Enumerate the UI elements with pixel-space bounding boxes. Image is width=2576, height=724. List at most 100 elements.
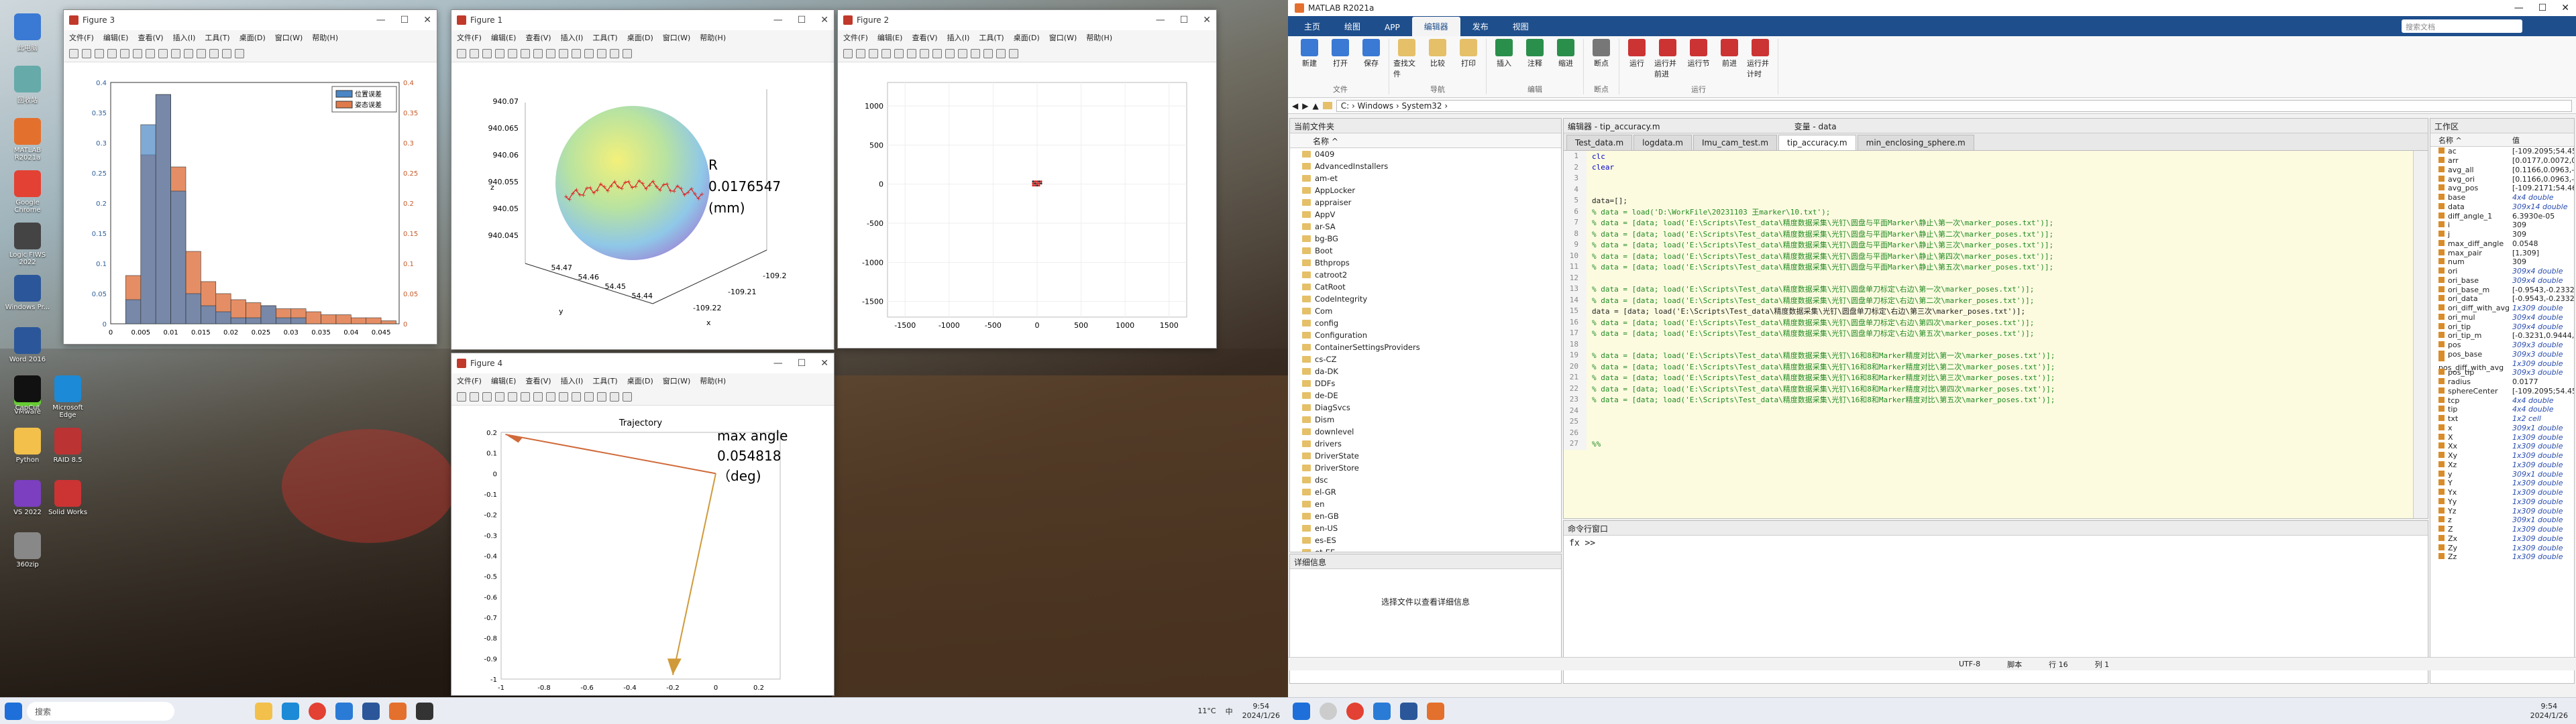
- folder-item[interactable]: cs-CZ: [1290, 353, 1561, 365]
- close-icon[interactable]: ✕: [423, 15, 431, 25]
- ribbon-button[interactable]: 打开: [1327, 39, 1354, 68]
- workspace-row[interactable]: ori_base_m[-0.9543,-0.2332,0.1...: [2430, 285, 2574, 294]
- variable-title[interactable]: 变量 - data: [1794, 121, 1837, 131]
- folder-item[interactable]: en-GB: [1290, 510, 1561, 522]
- menu-item[interactable]: 工具(T): [979, 32, 1004, 43]
- zoom-out-icon[interactable]: [533, 391, 543, 402]
- menu-item[interactable]: 工具(T): [592, 32, 617, 43]
- workspace-row[interactable]: data 309x14 double: [2430, 202, 2574, 212]
- print-icon[interactable]: [495, 391, 504, 402]
- brush-icon[interactable]: [197, 48, 206, 58]
- ws-col-name[interactable]: 名称 ^: [2430, 135, 2512, 145]
- legend-icon[interactable]: [983, 48, 993, 58]
- rotate-icon[interactable]: [559, 48, 568, 58]
- ribbon-tab-1[interactable]: 绘图: [1332, 17, 1373, 36]
- folder-item[interactable]: el-GR: [1290, 486, 1561, 498]
- folder-item[interactable]: config: [1290, 317, 1561, 329]
- workspace-row[interactable]: y 309x1 double: [2430, 469, 2574, 479]
- desktop-icon[interactable]: 360zip: [4, 532, 51, 568]
- workspace-row[interactable]: z 309x1 double: [2430, 516, 2574, 525]
- back-icon[interactable]: ◀: [1292, 101, 1298, 111]
- folder-item[interactable]: Configuration: [1290, 329, 1561, 341]
- rotate-icon[interactable]: [171, 48, 180, 58]
- new-icon[interactable]: [457, 391, 466, 402]
- ribbon-tab-5[interactable]: 视图: [1501, 17, 1541, 36]
- brush-icon[interactable]: [971, 48, 980, 58]
- workspace-row[interactable]: ori_base 309x4 double: [2430, 276, 2574, 286]
- matlab-taskbar-icon[interactable]: [1427, 702, 1444, 720]
- vscode-icon[interactable]: [335, 702, 353, 720]
- folder-item[interactable]: DriverState: [1290, 450, 1561, 462]
- folder-item[interactable]: DDFs: [1290, 377, 1561, 389]
- zoom-in-icon[interactable]: [521, 48, 530, 58]
- menu-item[interactable]: 查看(V): [525, 32, 551, 43]
- desktop-icon[interactable]: 此电脑: [4, 13, 51, 52]
- menu-item[interactable]: 文件(F): [457, 375, 482, 386]
- weather-text[interactable]: 11°C: [1197, 707, 1216, 715]
- folder-item[interactable]: Dism: [1290, 414, 1561, 426]
- ribbon-tab-4[interactable]: 发布: [1460, 17, 1501, 36]
- word-icon[interactable]: [1400, 702, 1417, 720]
- ribbon-button[interactable]: 缩进: [1552, 39, 1579, 68]
- minimize-icon[interactable]: —: [773, 358, 783, 369]
- legend-icon[interactable]: [597, 391, 606, 402]
- workspace-row[interactable]: ori_mul 309x4 double: [2430, 313, 2574, 322]
- folder-item[interactable]: en-US: [1290, 522, 1561, 534]
- arrow-icon[interactable]: [623, 391, 632, 402]
- legend[interactable]: 位置误差姿态误差: [331, 86, 397, 113]
- menu-item[interactable]: 编辑(E): [877, 32, 903, 43]
- open-icon[interactable]: [82, 48, 91, 58]
- ribbon-button[interactable]: 查找文件: [1393, 39, 1420, 79]
- folder-item[interactable]: am-et: [1290, 172, 1561, 184]
- folder-item[interactable]: et-EE: [1290, 546, 1561, 552]
- maximize-icon[interactable]: ☐: [798, 358, 806, 369]
- workspace-row[interactable]: arr[0.0177,0.0072,0.00...: [2430, 156, 2574, 166]
- folder-item[interactable]: 0409: [1290, 148, 1561, 160]
- folder-item[interactable]: CatRoot: [1290, 281, 1561, 293]
- save-icon[interactable]: [95, 48, 104, 58]
- chrome-icon[interactable]: [309, 702, 326, 720]
- legend-icon[interactable]: [597, 48, 606, 58]
- zoom-in-icon[interactable]: [521, 391, 530, 402]
- menu-item[interactable]: 文件(F): [843, 32, 868, 43]
- zoom-out-icon[interactable]: [920, 48, 929, 58]
- workspace-row[interactable]: txt 1x2 cell: [2430, 414, 2574, 424]
- menu-item[interactable]: 帮助(H): [312, 32, 338, 43]
- menu-item[interactable]: 插入(I): [561, 375, 584, 386]
- menu-item[interactable]: 窗口(W): [1049, 32, 1077, 43]
- browse-folder-icon[interactable]: [1322, 102, 1332, 109]
- workspace-row[interactable]: Xy 1x309 double: [2430, 451, 2574, 461]
- figure2-window[interactable]: Figure 2 — ☐ ✕ 文件(F) 编辑(E) 查看(V) 插入(I) 工具(T) 桌面(…: [837, 9, 1217, 349]
- menu-item[interactable]: 编辑(E): [491, 375, 517, 386]
- folder-item[interactable]: AdvancedInstallers: [1290, 160, 1561, 172]
- workspace-row[interactable]: ori_data[-0.9543,-0.2332,0.1...: [2430, 294, 2574, 304]
- menu-item[interactable]: 插入(I): [947, 32, 970, 43]
- forward-icon[interactable]: ▶: [1302, 101, 1308, 111]
- ribbon-button[interactable]: 保存: [1358, 39, 1385, 68]
- arrow-icon[interactable]: [623, 48, 632, 58]
- close-icon[interactable]: ✕: [820, 15, 828, 25]
- workspace-row[interactable]: avg_pos[-109.2171;54.4605;...: [2430, 184, 2574, 193]
- pan-icon[interactable]: [546, 391, 555, 402]
- figure4-plot[interactable]: Trajectory -1 -0.8 -0.6 -0.4 -0.2 0 0.2 -1 -0.9 -0…: [451, 406, 834, 695]
- menu-item[interactable]: 桌面(D): [627, 32, 653, 43]
- folder-item[interactable]: es-ES: [1290, 534, 1561, 546]
- desktop-icon[interactable]: Windows Pr...: [4, 275, 51, 311]
- folder-item[interactable]: ar-SA: [1290, 221, 1561, 233]
- workspace-row[interactable]: base 4x4 double: [2430, 193, 2574, 202]
- workspace-row[interactable]: Zy 1x309 double: [2430, 543, 2574, 552]
- close-icon[interactable]: ✕: [820, 358, 828, 369]
- command-prompt[interactable]: fx >>: [1564, 536, 2428, 551]
- desktop-icon[interactable]: Solid Works: [44, 480, 91, 516]
- print-icon[interactable]: [495, 48, 504, 58]
- menu-item[interactable]: 查看(V): [525, 375, 551, 386]
- folder-item[interactable]: Boot: [1290, 245, 1561, 257]
- taskbar-search[interactable]: 搜索: [27, 701, 174, 721]
- minimize-icon[interactable]: —: [1156, 15, 1165, 25]
- close-icon[interactable]: ✕: [2561, 3, 2569, 13]
- editor-scrollbar[interactable]: [2413, 151, 2428, 518]
- clock[interactable]: 9:54 2024/1/26: [1242, 702, 1280, 721]
- folder-item[interactable]: downlevel: [1290, 426, 1561, 438]
- folder-item[interactable]: AppLocker: [1290, 184, 1561, 196]
- folder-item[interactable]: Bthprops: [1290, 257, 1561, 269]
